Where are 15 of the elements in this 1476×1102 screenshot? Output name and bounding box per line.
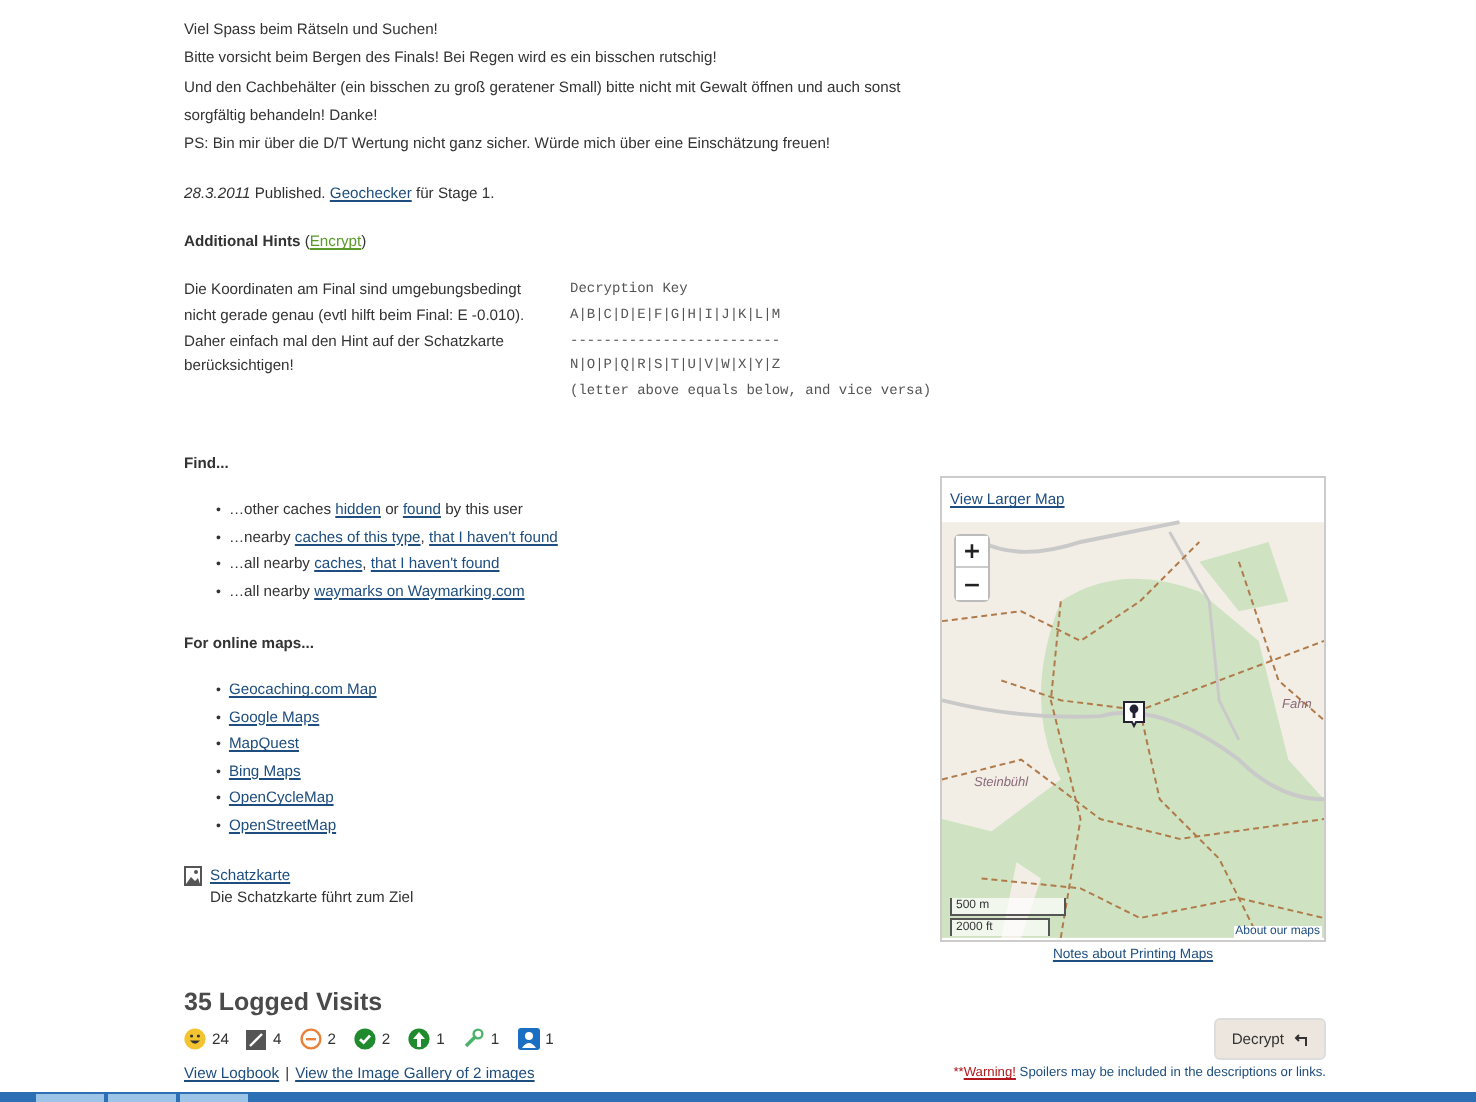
taskbar-button[interactable]	[108, 1094, 176, 1102]
smiley-icon	[184, 1028, 206, 1051]
cache-marker-icon	[1122, 700, 1146, 729]
minus-circle-icon	[299, 1028, 322, 1051]
wrench-icon	[462, 1028, 485, 1051]
image-file-icon	[184, 865, 202, 886]
logs-heading: 35 Logged Visits	[184, 986, 385, 1019]
taskbar-button[interactable]	[180, 1094, 248, 1102]
person-icon	[517, 1028, 540, 1051]
taskbar-button[interactable]	[36, 1094, 104, 1102]
up-arrow-icon	[408, 1028, 431, 1051]
zoom-in-button[interactable]: +	[956, 536, 988, 569]
return-arrow-icon	[1292, 1031, 1308, 1048]
note-icon	[246, 1029, 267, 1050]
check-circle-icon	[353, 1028, 376, 1051]
